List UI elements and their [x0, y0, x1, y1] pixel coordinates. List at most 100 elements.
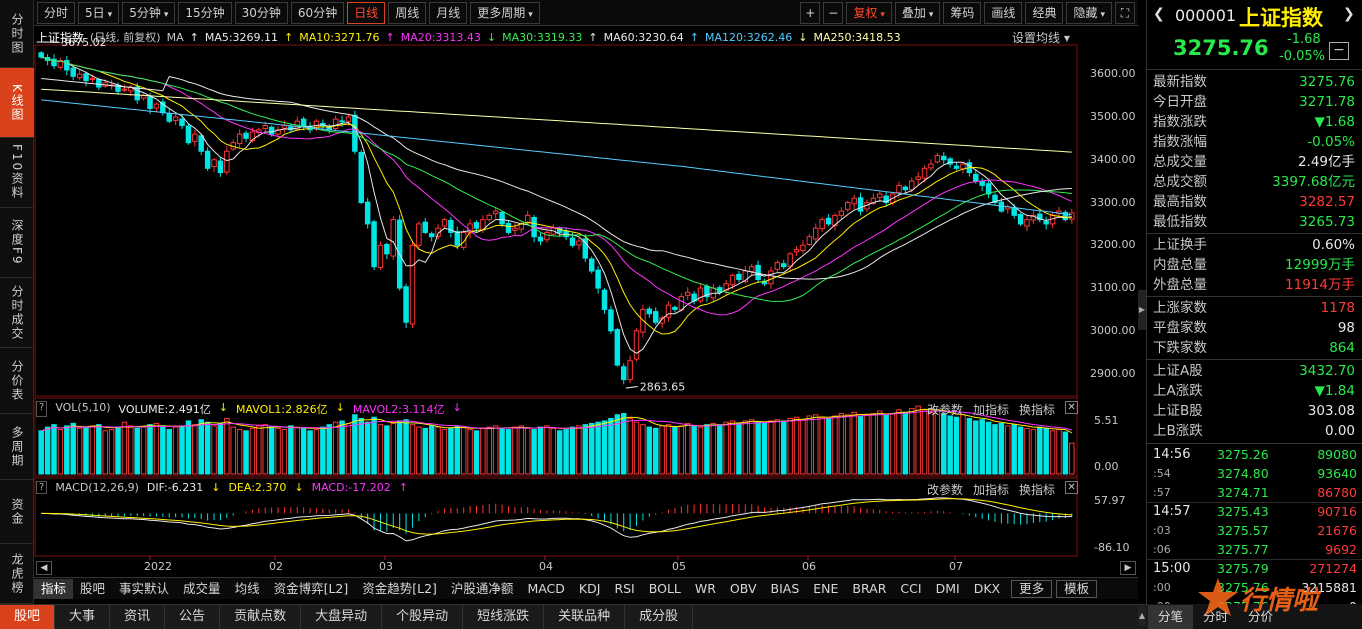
- period-button-4[interactable]: 30分钟: [234, 1, 288, 24]
- candle: [403, 283, 409, 328]
- tab-depth[interactable]: 深度F9: [0, 208, 34, 278]
- indicator-9[interactable]: KDJ: [572, 579, 608, 599]
- tool-button-4[interactable]: 经典: [1025, 1, 1064, 24]
- tool-button-3[interactable]: 画线: [984, 1, 1023, 24]
- tick-tab-1[interactable]: 分时: [1193, 605, 1238, 629]
- period-button-2[interactable]: 5分钟 ▾: [122, 1, 176, 24]
- tool-button-2[interactable]: 筹码: [943, 1, 982, 24]
- indicator-2[interactable]: 事实默认: [112, 579, 176, 599]
- candle: [390, 216, 397, 260]
- volume-bar: [179, 425, 185, 475]
- tab-f10[interactable]: F10资料: [0, 138, 34, 208]
- macd-switch-indicator-button[interactable]: 换指标: [1019, 481, 1055, 498]
- period-button-8[interactable]: 月线: [429, 1, 468, 24]
- footer-tab-1[interactable]: 大事: [55, 605, 111, 629]
- tool-button-1[interactable]: 叠加 ▾: [894, 1, 941, 24]
- close-icon[interactable]: ✕: [1065, 481, 1079, 494]
- indicator-13[interactable]: OBV: [723, 579, 764, 599]
- panel-help-icon[interactable]: ?: [36, 401, 48, 417]
- indicator-16[interactable]: BRAR: [845, 579, 893, 599]
- low-annotation: 2863.65: [640, 380, 686, 393]
- collapse-right-panel-handle[interactable]: ▶: [1138, 290, 1146, 330]
- candle: [748, 263, 755, 277]
- zoom-in-button[interactable]: +: [800, 1, 821, 24]
- tab-funds[interactable]: 资金: [0, 480, 34, 544]
- quote-row-label: 内盘总量: [1153, 257, 1207, 273]
- footer-tab-8[interactable]: 关联品种: [544, 605, 626, 629]
- indicator-17[interactable]: CCI: [893, 579, 928, 599]
- period-button-1[interactable]: 5日 ▾: [78, 1, 120, 24]
- candle: [665, 301, 672, 322]
- indicator-6[interactable]: 资金趋势[L2]: [355, 579, 444, 599]
- period-button-6[interactable]: 日线: [347, 1, 386, 24]
- footer-tab-9[interactable]: 成分股: [625, 605, 694, 629]
- indicator-19[interactable]: DKX: [967, 579, 1007, 599]
- indicator-12[interactable]: WR: [688, 579, 723, 599]
- back-icon[interactable]: ❮: [1153, 6, 1165, 22]
- macd-dea: DEA:2.370: [228, 481, 287, 494]
- candle: [243, 130, 249, 142]
- indicator-3[interactable]: 成交量: [176, 579, 228, 599]
- candle: [953, 162, 960, 171]
- panel-help-icon[interactable]: ?: [36, 481, 48, 494]
- forward-icon[interactable]: ❯: [1343, 6, 1355, 22]
- arrow-icon: ↓: [294, 481, 304, 494]
- indicator-5[interactable]: 资金博弈[L2]: [267, 579, 356, 599]
- indicator-4[interactable]: 均线: [228, 579, 267, 599]
- vol-params-button[interactable]: 改参数: [927, 401, 963, 418]
- footer-tab-4[interactable]: 贡献点数: [220, 605, 302, 629]
- candle: [691, 291, 697, 305]
- tool-button-0[interactable]: 复权 ▾: [846, 1, 892, 24]
- volume-bar: [896, 409, 902, 475]
- indicator-8[interactable]: MACD: [520, 579, 571, 599]
- period-button-0[interactable]: 分时: [37, 1, 76, 24]
- footer-tab-3[interactable]: 公告: [165, 605, 221, 629]
- scroll-right-icon[interactable]: ▶: [1120, 561, 1136, 575]
- footer-scroll-icon[interactable]: ▲: [1138, 606, 1146, 626]
- fullscreen-icon[interactable]: ⛶: [1115, 1, 1135, 24]
- volume-bar: [985, 421, 992, 475]
- indicator-21[interactable]: 模板: [1056, 579, 1098, 598]
- indicator-0[interactable]: 指标: [34, 578, 74, 599]
- indicator-1[interactable]: 股吧: [73, 579, 112, 599]
- indicator-11[interactable]: BOLL: [642, 579, 688, 599]
- tick-volume: 93640: [1317, 466, 1357, 481]
- footer-tab-6[interactable]: 个股异动: [382, 605, 464, 629]
- period-button-5[interactable]: 60分钟: [290, 1, 345, 24]
- period-button-9[interactable]: 更多周期 ▾: [470, 1, 540, 24]
- footer-tab-7[interactable]: 短线涨跌: [463, 605, 545, 629]
- close-icon[interactable]: ✕: [1065, 401, 1079, 414]
- tick-tab-2[interactable]: 分价: [1238, 605, 1283, 629]
- tab-dragon-tiger[interactable]: 龙虎榜: [0, 544, 34, 604]
- tab-multi-period[interactable]: 多周期: [0, 414, 34, 480]
- scroll-left-icon[interactable]: ◀: [36, 561, 52, 575]
- period-button-7[interactable]: 周线: [388, 1, 427, 24]
- indicator-10[interactable]: RSI: [607, 579, 641, 599]
- tab-price-table[interactable]: 分价表: [0, 348, 34, 414]
- macd-params-button[interactable]: 改参数: [927, 481, 963, 498]
- zoom-out-button[interactable]: −: [823, 1, 844, 24]
- footer-tab-0[interactable]: 股吧: [0, 605, 56, 629]
- volume-bar: [672, 426, 678, 475]
- tool-button-5[interactable]: 隐藏 ▾: [1066, 1, 1112, 24]
- volume-bar: [806, 415, 813, 475]
- indicator-18[interactable]: DMI: [929, 579, 967, 599]
- vol-add-indicator-button[interactable]: 加指标: [973, 401, 1009, 418]
- footer-tab-2[interactable]: 资讯: [110, 605, 166, 629]
- volume-bar: [684, 422, 691, 475]
- indicator-20[interactable]: 更多: [1011, 579, 1053, 598]
- indicator-14[interactable]: BIAS: [764, 579, 807, 599]
- volume-bar: [768, 420, 774, 475]
- price-tick-label: 3000.00: [1090, 323, 1136, 337]
- minus-icon[interactable]: −: [1329, 42, 1349, 60]
- vol-switch-indicator-button[interactable]: 换指标: [1019, 401, 1055, 418]
- period-button-3[interactable]: 15分钟: [178, 1, 232, 24]
- indicator-15[interactable]: ENE: [806, 579, 845, 599]
- tick-tab-0[interactable]: 分笔: [1148, 604, 1194, 629]
- indicator-7[interactable]: 沪股通净额: [444, 579, 521, 599]
- footer-tab-5[interactable]: 大盘异动: [301, 605, 383, 629]
- tab-intraday[interactable]: 分时图: [0, 0, 34, 68]
- tab-kline[interactable]: K线图: [0, 68, 34, 138]
- macd-add-indicator-button[interactable]: 加指标: [973, 481, 1009, 498]
- tab-intraday-trades[interactable]: 分时成交: [0, 278, 34, 348]
